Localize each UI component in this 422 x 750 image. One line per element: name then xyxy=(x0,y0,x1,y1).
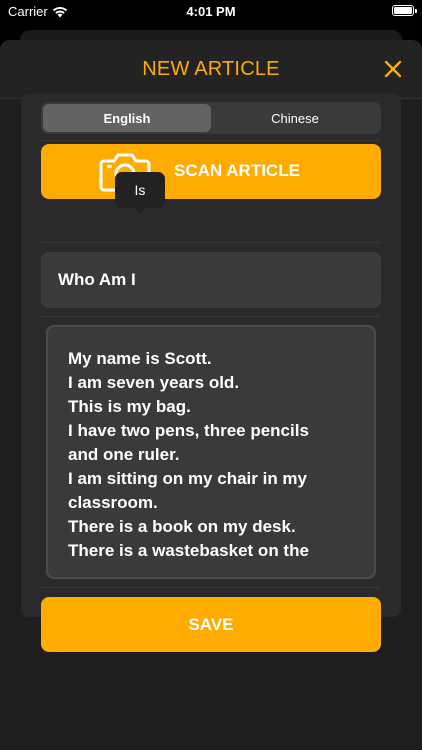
body-line: I have two pens, three pencils xyxy=(68,421,309,440)
scan-article-button[interactable]: SCAN ARTICLE xyxy=(41,144,381,199)
body-line: classroom. xyxy=(68,493,158,512)
divider xyxy=(41,242,381,243)
status-bar: Carrier 4:01 PM xyxy=(0,0,422,24)
page-title: NEW ARTICLE xyxy=(142,58,280,80)
scan-article-label: SCAN ARTICLE xyxy=(174,161,300,180)
body-line: This is my bag. xyxy=(68,397,191,416)
body-line: My name is Scott. xyxy=(68,349,212,368)
divider xyxy=(41,587,381,588)
divider xyxy=(41,316,381,317)
suggestion-tooltip[interactable]: Is xyxy=(115,172,165,215)
language-segmented-control: English Chinese xyxy=(41,102,381,134)
article-body-textarea[interactable]: My name is Scott. I am seven years old. … xyxy=(46,325,376,579)
save-button[interactable]: SAVE xyxy=(41,597,381,652)
body-line: I am seven years old. xyxy=(68,373,240,392)
segment-chinese[interactable]: Chinese xyxy=(211,104,379,132)
battery-icon xyxy=(392,5,417,16)
divider xyxy=(41,140,381,141)
article-form-card: English Chinese SCAN ARTICLE Is Who Am I… xyxy=(21,94,401,652)
close-icon[interactable] xyxy=(384,60,402,78)
nav-bar: NEW ARTICLE xyxy=(0,40,422,99)
segment-english[interactable]: English xyxy=(43,104,211,132)
body-line: I am sitting on my chair in my xyxy=(68,469,307,488)
screen: Carrier 4:01 PM NEW ARTICLE English Chin… xyxy=(0,0,422,750)
body-line: There is a book on my desk. xyxy=(68,517,296,536)
body-line: and one ruler. xyxy=(68,445,180,464)
body-line: There is a wastebasket on the xyxy=(68,541,309,560)
article-title-field[interactable]: Who Am I xyxy=(41,252,381,308)
status-time: 4:01 PM xyxy=(186,4,236,19)
